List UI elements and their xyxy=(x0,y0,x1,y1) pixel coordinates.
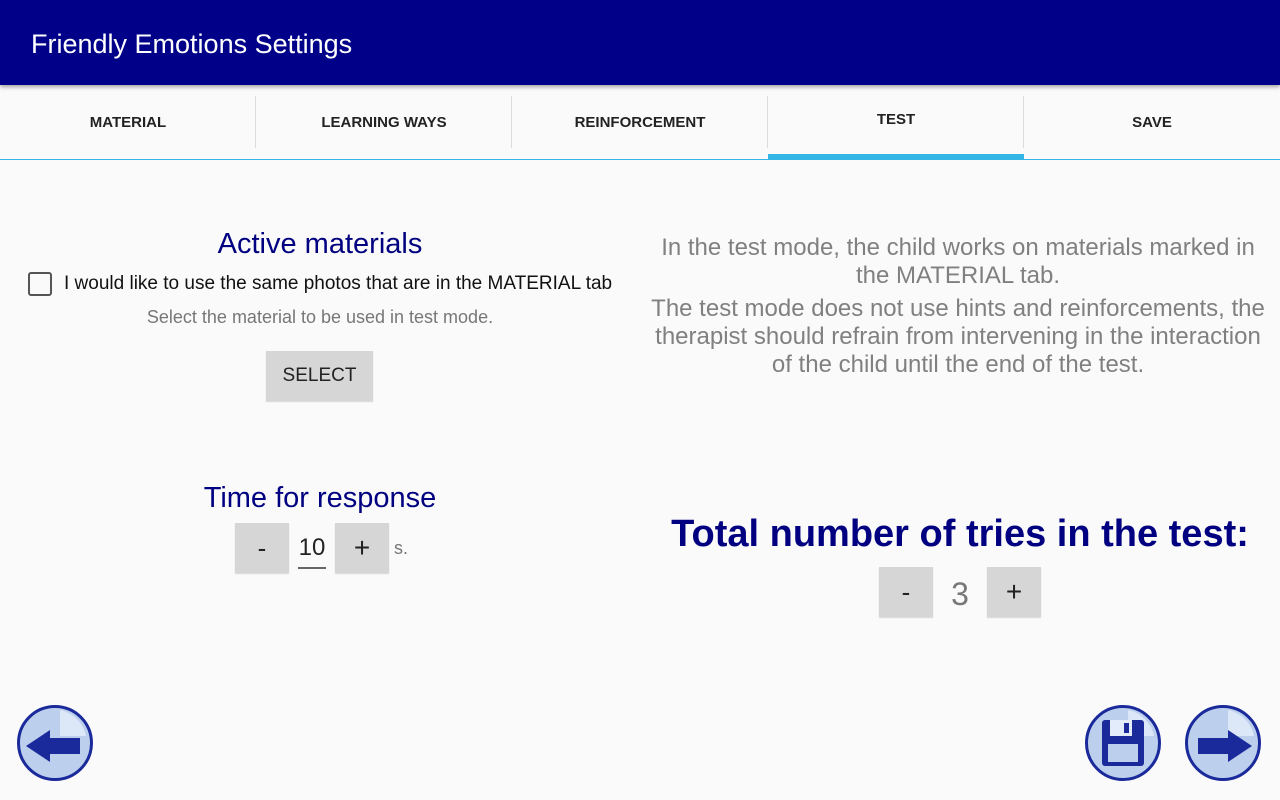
tries-decrement-button[interactable]: - xyxy=(879,567,933,617)
select-material-hint: Select the material to be used in test m… xyxy=(146,307,494,327)
forward-arrow-icon xyxy=(1198,710,1254,762)
response-time-input[interactable]: 10 xyxy=(298,533,326,569)
tab-save[interactable]: SAVE xyxy=(1024,85,1280,160)
back-arrow-icon xyxy=(26,710,86,762)
tab-material[interactable]: MATERIAL xyxy=(0,85,256,160)
back-button[interactable] xyxy=(17,705,93,781)
info-paragraph-2: The test mode does not use hints and rei… xyxy=(651,295,1265,378)
same-photos-checkbox[interactable] xyxy=(28,272,52,296)
app-bar: Friendly Emotions Settings xyxy=(0,0,1280,85)
floppy-disk-icon xyxy=(1102,710,1154,766)
tab-reinforcement[interactable]: REINFORCEMENT xyxy=(512,85,768,160)
info-paragraph-1: In the test mode, the child works on mat… xyxy=(661,234,1255,289)
response-time-unit: s. xyxy=(394,538,409,558)
total-tries-title: Total number of tries in the test: xyxy=(671,513,1249,555)
tries-value: 3 xyxy=(951,576,969,612)
active-materials-title: Active materials xyxy=(217,228,423,260)
tries-increment-button[interactable]: + xyxy=(987,567,1041,617)
tab-bar: MATERIAL LEARNING WAYS REINFORCEMENT TES… xyxy=(0,85,1280,160)
response-time-decrement-button[interactable]: - xyxy=(235,523,289,573)
same-photos-label: I would like to use the same photos that… xyxy=(64,273,613,294)
same-photos-option[interactable]: I would like to use the same photos that… xyxy=(28,270,612,298)
save-settings-button[interactable] xyxy=(1085,705,1161,781)
response-time-increment-button[interactable]: + xyxy=(335,523,389,573)
next-button[interactable] xyxy=(1185,705,1261,781)
tab-test[interactable]: TEST xyxy=(768,85,1024,160)
tab-learning-ways[interactable]: LEARNING WAYS xyxy=(256,85,512,160)
app-title: Friendly Emotions Settings xyxy=(31,29,353,59)
response-time-title: Time for response xyxy=(203,482,437,514)
select-button[interactable]: SELECT xyxy=(266,351,373,401)
